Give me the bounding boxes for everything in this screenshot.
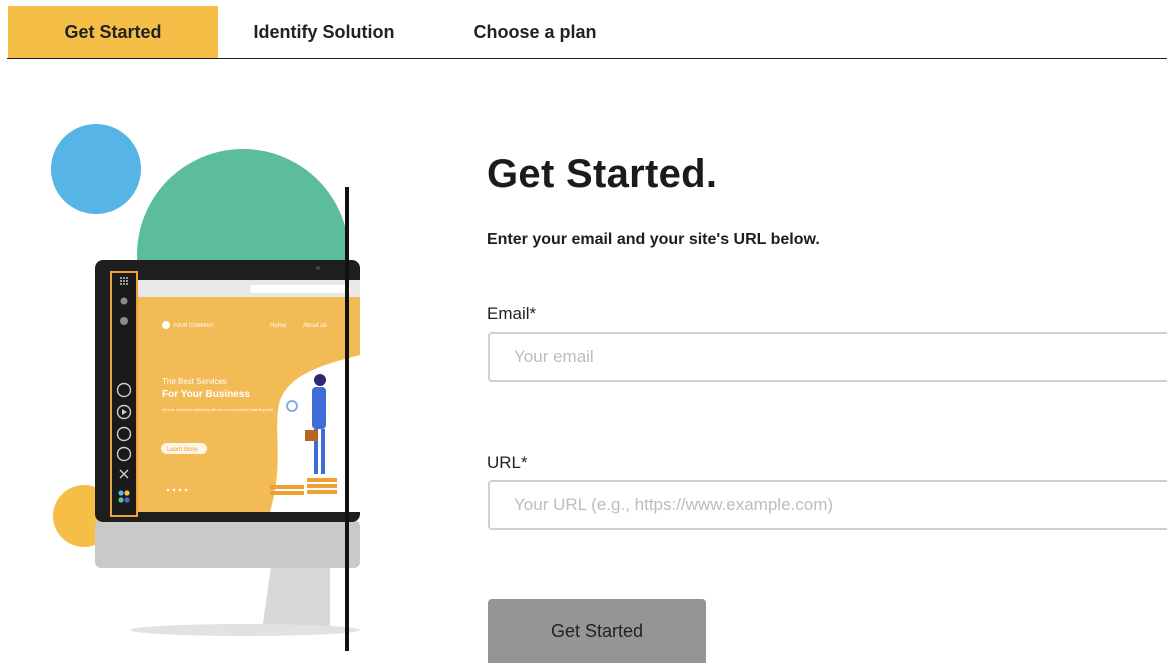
tab-get-started[interactable]: Get Started: [8, 6, 218, 59]
coin-stack: [307, 478, 337, 482]
tabs-divider: [7, 58, 1167, 59]
tab-identify-solution[interactable]: Identify Solution: [218, 6, 430, 59]
screen-nav-home: Home: [270, 323, 287, 329]
carousel-dot: [172, 488, 176, 492]
gear-icon: [120, 297, 128, 305]
url-label: URL*: [487, 453, 528, 472]
person-body: [312, 387, 326, 429]
email-label: Email*: [487, 304, 537, 323]
carousel-dot: [166, 488, 170, 492]
company-logo-icon: [162, 321, 170, 329]
coin-stack: [270, 491, 304, 495]
step-tabs: Get Started Identify Solution Choose a p…: [0, 0, 1167, 60]
toolbar-panel: [110, 271, 138, 517]
monitor-stand: [262, 560, 330, 630]
screen-hero-body: We look forward to partnering with you i…: [162, 408, 274, 412]
grid-icon: [120, 277, 128, 285]
blue-circle: [51, 124, 141, 214]
coin-stack: [307, 490, 337, 494]
person-head: [314, 374, 326, 386]
camera-dot: [316, 266, 320, 270]
tab-choose-a-plan[interactable]: Choose a plan: [440, 6, 630, 59]
address-bar: [250, 285, 350, 293]
screen-hero-line1: The Best Services: [162, 377, 227, 386]
screen-learn-more-label: Learn More: [167, 447, 198, 453]
email-field[interactable]: [488, 332, 1167, 382]
carousel-dot: [184, 488, 188, 492]
url-field[interactable]: [488, 480, 1167, 530]
help-icon: [120, 317, 128, 325]
coin-stack: [307, 484, 337, 488]
company-name: YOUR COMPANY: [173, 323, 214, 329]
person-leg: [321, 429, 325, 474]
monitor-chin: [95, 520, 360, 568]
coin-stack: [270, 485, 304, 489]
monitor-illustration: YOUR COMPANY Home About us The Best Serv…: [51, 124, 360, 636]
briefcase: [305, 430, 318, 441]
carousel-dot: [178, 488, 182, 492]
page-subtitle: Enter your email and your site's URL bel…: [487, 231, 820, 248]
illustration-divider: [345, 187, 349, 651]
page-title: Get Started.: [487, 152, 718, 196]
screen-nav-about: About us: [303, 323, 327, 329]
hero-illustration: YOUR COMPANY Home About us The Best Serv…: [0, 100, 360, 663]
monitor-base: [130, 624, 360, 636]
screen-hero-line2: For Your Business: [162, 389, 250, 400]
get-started-button[interactable]: Get Started: [488, 599, 706, 663]
